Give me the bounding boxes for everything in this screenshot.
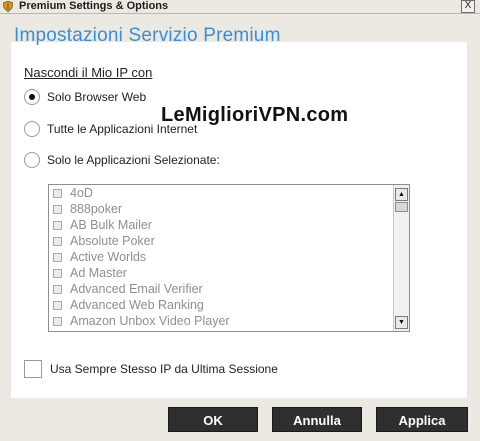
close-button[interactable]: X — [461, 0, 475, 13]
list-item-label: 4oD — [70, 186, 93, 200]
list-item-label: 888poker — [70, 202, 123, 216]
radio-button[interactable] — [24, 89, 40, 105]
list-item[interactable]: AB Bulk Mailer — [49, 217, 391, 233]
app-checkbox[interactable] — [53, 316, 62, 326]
window-title: Premium Settings & Options — [19, 0, 169, 12]
list-item[interactable]: Active Worlds — [49, 249, 391, 265]
arrow-down-icon: ▼ — [398, 319, 405, 326]
list-item[interactable]: Absolute Poker — [49, 233, 391, 249]
list-item[interactable]: Amazon Unbox Video Player — [49, 313, 391, 329]
scroll-down-button[interactable]: ▼ — [395, 316, 408, 329]
app-checkbox[interactable] — [53, 300, 62, 310]
radio-button[interactable] — [24, 121, 40, 137]
app-checkbox[interactable] — [53, 204, 62, 214]
ok-button[interactable]: OK — [168, 407, 258, 432]
app-checkbox[interactable] — [53, 268, 62, 278]
radio-label: Solo le Applicazioni Selezionate: — [47, 153, 220, 167]
list-item-label: Amazon Unbox Video Player — [70, 314, 230, 328]
list-item-label: Ad Master — [70, 266, 127, 280]
app-checkbox[interactable] — [53, 252, 62, 262]
same-ip-checkbox[interactable] — [24, 360, 42, 378]
vertical-scrollbar[interactable]: ▲ ▼ — [393, 185, 409, 331]
list-item[interactable]: Ad Master — [49, 265, 391, 281]
apply-button[interactable]: Applica — [376, 407, 468, 432]
list-item-label: Advanced Email Verifier — [70, 282, 203, 296]
list-item-label: Active Worlds — [70, 250, 147, 264]
app-checkbox[interactable] — [53, 188, 62, 198]
list-item[interactable]: Advanced Email Verifier — [49, 281, 391, 297]
shield-icon — [3, 1, 13, 12]
scroll-thumb[interactable] — [395, 202, 408, 212]
app-checkbox[interactable] — [53, 236, 62, 246]
app-checkbox[interactable] — [53, 284, 62, 294]
app-checkbox[interactable] — [53, 220, 62, 230]
title-bar: Premium Settings & Options X — [0, 0, 480, 14]
watermark: LeMiglioriVPN.com — [161, 104, 349, 126]
arrow-up-icon: ▲ — [398, 191, 405, 198]
hide-ip-group-label: Nascondi il Mio IP con — [24, 65, 153, 80]
list-item[interactable]: Advanced Web Ranking — [49, 297, 391, 313]
list-item[interactable]: 4oD — [49, 185, 391, 201]
application-list[interactable]: 4oD 888poker AB Bulk Mailer Absolute Pok… — [48, 184, 410, 332]
list-item[interactable]: 888poker — [49, 201, 391, 217]
radio-selected-apps[interactable]: Solo le Applicazioni Selezionate: — [24, 151, 220, 169]
list-item-label: AB Bulk Mailer — [70, 218, 152, 232]
list-item-label: Advanced Web Ranking — [70, 298, 204, 312]
application-list-items: 4oD 888poker AB Bulk Mailer Absolute Pok… — [49, 185, 391, 329]
radio-button[interactable] — [24, 152, 40, 168]
scroll-up-button[interactable]: ▲ — [395, 188, 408, 201]
list-item-label: Absolute Poker — [70, 234, 155, 248]
close-icon: X — [464, 0, 472, 11]
page-title: Impostazioni Servizio Premium — [14, 25, 281, 46]
radio-browser-only[interactable]: Solo Browser Web — [24, 88, 146, 106]
cancel-button[interactable]: Annulla — [272, 407, 362, 432]
radio-label: Solo Browser Web — [47, 90, 147, 104]
same-ip-label: Usa Sempre Stesso IP da Ultima Sessione — [50, 362, 278, 376]
same-ip-option[interactable]: Usa Sempre Stesso IP da Ultima Sessione — [24, 360, 278, 378]
